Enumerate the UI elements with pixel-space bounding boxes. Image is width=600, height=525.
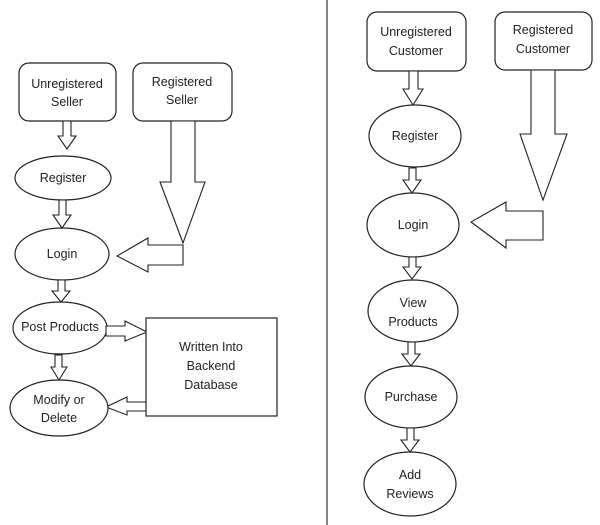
label: Customer xyxy=(516,42,570,56)
label: Register xyxy=(40,171,87,185)
arrow-down xyxy=(51,199,73,229)
label: Post Products xyxy=(21,320,99,334)
node-customer-login: Login xyxy=(366,192,460,258)
node-purchase: Purchase xyxy=(364,365,458,429)
flowchart: Unregistered Seller Registered Seller Re… xyxy=(9,0,593,525)
arrow-down-large xyxy=(519,69,568,202)
label: Written Into xyxy=(179,340,243,354)
node-modify-delete: Modify or Delete xyxy=(9,379,109,437)
label: Seller xyxy=(51,95,83,109)
label: Database xyxy=(184,378,238,392)
label: Login xyxy=(47,247,78,261)
arrow-down xyxy=(400,341,422,367)
arrow-left-large xyxy=(115,237,184,273)
label: Registered xyxy=(152,75,212,89)
label: Seller xyxy=(166,93,198,107)
label: View xyxy=(400,296,428,310)
node-unregistered-seller: Unregistered Seller xyxy=(18,62,117,122)
arrow-left-large xyxy=(469,201,544,250)
label: Customer xyxy=(389,44,443,58)
arrow-down xyxy=(401,167,423,194)
label: Products xyxy=(388,315,437,329)
node-unregistered-customer: Unregistered Customer xyxy=(366,11,467,72)
node-database: Written Into Backend Database xyxy=(145,317,278,417)
arrow-down xyxy=(399,427,421,453)
label: Add xyxy=(399,468,421,482)
arrow-down xyxy=(401,256,423,280)
arrow-down xyxy=(56,120,78,150)
arrow-right xyxy=(105,320,149,342)
label: Backend xyxy=(187,359,236,373)
node-registered-customer: Registered Customer xyxy=(494,11,593,71)
node-post-products: Post Products xyxy=(12,301,108,355)
label: Login xyxy=(398,218,429,232)
arrow-down xyxy=(50,279,72,303)
label: Reviews xyxy=(386,487,433,501)
arrow-down xyxy=(50,354,68,382)
node-seller-login: Login xyxy=(14,227,110,281)
node-view-products: View Products xyxy=(367,279,459,343)
arrow-down-large xyxy=(159,120,206,245)
label: Unregistered xyxy=(380,25,452,39)
label: Registered xyxy=(513,23,573,37)
label: Delete xyxy=(41,411,77,425)
arrow-left xyxy=(104,396,147,416)
label: Modify or xyxy=(33,393,84,407)
label: Register xyxy=(392,129,439,143)
node-customer-register: Register xyxy=(368,104,462,168)
node-seller-register: Register xyxy=(14,155,112,201)
node-registered-seller: Registered Seller xyxy=(132,62,233,122)
label: Purchase xyxy=(385,390,438,404)
label: Unregistered xyxy=(31,77,103,91)
node-add-reviews: Add Reviews xyxy=(363,451,457,517)
arrow-down xyxy=(402,70,424,107)
flowchart-canvas: Unregistered Seller Registered Seller Re… xyxy=(0,0,600,525)
